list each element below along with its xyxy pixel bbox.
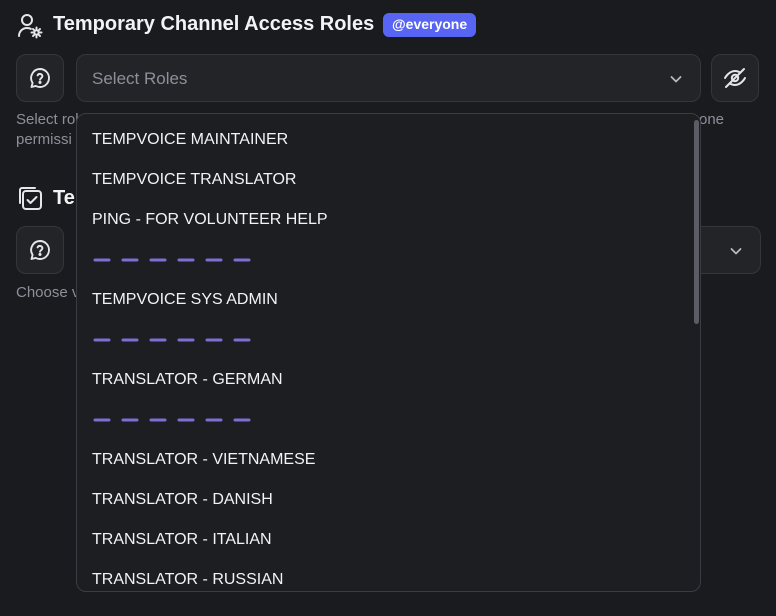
dropdown-option[interactable]: TRANSLATOR - GERMAN [92,371,283,389]
help-button[interactable] [16,54,64,102]
eye-off-icon [722,65,748,91]
roles-helper-text-line2: permissi [16,131,72,148]
dropdown-option[interactable]: TEMPVOICE MAINTAINER [92,131,288,149]
chevron-down-icon [668,71,684,92]
dropdown-separator [93,258,253,262]
dropdown-scrollbar[interactable] [694,120,699,324]
section-title-second: Te [53,187,75,209]
toggle-visibility-button[interactable] [711,54,759,102]
help-button-second[interactable] [16,226,64,274]
dropdown-option[interactable]: TEMPVOICE TRANSLATOR [92,171,296,189]
dropdown-separator [93,418,253,422]
dropdown-separator [93,338,253,342]
copy-check-icon [16,184,44,212]
roles-select[interactable]: Select Roles [76,54,701,102]
dropdown-option[interactable]: PING - FOR VOLUNTEER HELP [92,211,328,229]
chevron-down-icon [728,243,744,264]
user-settings-icon [16,12,44,40]
dropdown-option[interactable]: TEMPVOICE SYS ADMIN [92,291,278,309]
roles-select-placeholder: Select Roles [92,69,188,88]
section-title-access-roles: Temporary Channel Access Roles [53,13,375,35]
second-helper-text: Choose v [16,284,80,301]
roles-helper-text-end: one [699,111,725,128]
everyone-badge: @everyone [383,13,477,37]
roles-helper-text: Select rol [16,111,79,128]
dropdown-option[interactable]: TRANSLATOR - VIETNAMESE [92,451,315,469]
chat-help-icon [28,238,52,262]
chat-help-icon [28,66,52,90]
roles-dropdown[interactable]: TEMPVOICE MAINTAINER TEMPVOICE TRANSLATO… [76,113,701,592]
dropdown-option[interactable]: TRANSLATOR - ITALIAN [92,531,272,549]
dropdown-option[interactable]: TRANSLATOR - RUSSIAN [92,571,283,589]
dropdown-option[interactable]: TRANSLATOR - DANISH [92,491,273,509]
